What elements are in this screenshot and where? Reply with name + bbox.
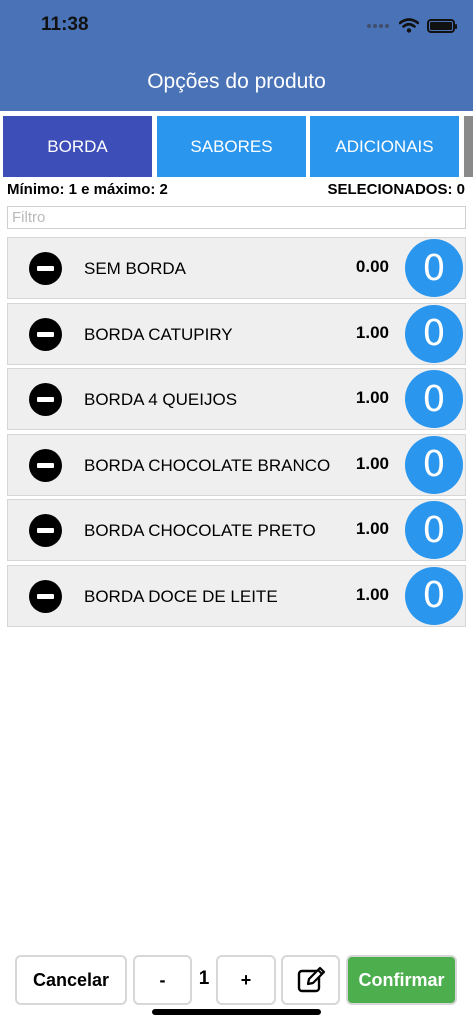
item-price: 1.00 bbox=[355, 322, 389, 342]
quantity-bubble[interactable]: 0 bbox=[405, 370, 463, 429]
item-name: SEM BORDA bbox=[84, 259, 187, 278]
item-price: 1.00 bbox=[355, 453, 389, 473]
minus-circle-icon[interactable] bbox=[29, 448, 62, 482]
selected-count: SELECIONADOS: 0 bbox=[327, 181, 465, 198]
increment-button[interactable]: + bbox=[216, 955, 276, 1005]
item-price: 1.00 bbox=[355, 519, 389, 539]
quantity-bubble[interactable]: 0 bbox=[405, 566, 463, 625]
list-item[interactable]: SEM BORDA 0.00 0 bbox=[7, 237, 466, 299]
minus-circle-icon[interactable] bbox=[29, 317, 62, 351]
quantity-bubble[interactable]: 0 bbox=[405, 435, 463, 494]
item-price: 1.00 bbox=[355, 388, 389, 408]
signal-dots-icon bbox=[367, 23, 389, 28]
item-price: 0.00 bbox=[355, 257, 389, 276]
list-item[interactable]: BORDA CHOCOLATE BRANCO 1.00 0 bbox=[7, 433, 466, 496]
list-item[interactable]: BORDA 4 QUEIJOS 1.00 0 bbox=[7, 368, 466, 431]
filter-input[interactable] bbox=[7, 206, 466, 229]
minus-circle-icon[interactable] bbox=[29, 252, 62, 285]
min-max-limits: Mínimo: 1 e máximo: 2 bbox=[7, 181, 168, 198]
list-item[interactable]: BORDA CHOCOLATE PRETO 1.00 0 bbox=[7, 499, 466, 562]
page-title: Opções do produto bbox=[147, 70, 326, 93]
cancel-button[interactable]: Cancelar bbox=[15, 955, 127, 1005]
item-name: BORDA CHOCOLATE BRANCO bbox=[84, 455, 331, 475]
list-item[interactable]: BORDA DOCE DE LEITE 1.00 0 bbox=[7, 564, 466, 627]
notes-button[interactable] bbox=[281, 955, 340, 1005]
minus-circle-icon[interactable] bbox=[29, 383, 62, 417]
status-time: 11:38 bbox=[41, 14, 89, 35]
quantity-bubble[interactable]: 0 bbox=[405, 304, 463, 363]
minus-circle-icon[interactable] bbox=[29, 514, 62, 548]
edit-note-icon bbox=[297, 966, 325, 993]
home-indicator[interactable] bbox=[152, 1009, 321, 1015]
confirm-button[interactable]: Confirmar bbox=[346, 955, 457, 1005]
item-name: BORDA 4 QUEIJOS bbox=[84, 390, 238, 410]
tab-sabores[interactable]: SABORES bbox=[157, 116, 306, 177]
quantity-bubble[interactable]: 0 bbox=[405, 239, 463, 297]
status-icons bbox=[367, 18, 457, 33]
options-list: SEM BORDA 0.00 0 BORDA CATUPIRY 1.00 0 B… bbox=[7, 237, 466, 631]
tab-overflow-next[interactable] bbox=[464, 116, 473, 177]
decrement-button[interactable]: - bbox=[133, 955, 192, 1005]
wifi-icon bbox=[399, 18, 419, 33]
quantity-value: 1 bbox=[198, 968, 210, 989]
app-header: 11:38 Opções do produto bbox=[0, 0, 473, 111]
list-item[interactable]: BORDA CATUPIRY 1.00 0 bbox=[7, 302, 466, 365]
tab-adicionais[interactable]: ADICIONAIS bbox=[310, 116, 459, 177]
minus-circle-icon[interactable] bbox=[29, 579, 62, 613]
item-name: BORDA DOCE DE LEITE bbox=[84, 586, 278, 606]
item-name: BORDA CHOCOLATE PRETO bbox=[84, 521, 316, 541]
tab-borda[interactable]: BORDA bbox=[3, 116, 152, 177]
battery-icon bbox=[427, 18, 457, 33]
quantity-bubble[interactable]: 0 bbox=[405, 501, 463, 560]
item-price: 1.00 bbox=[355, 584, 389, 604]
item-name: BORDA CATUPIRY bbox=[84, 324, 233, 344]
category-tabs: BORDA SABORES ADICIONAIS bbox=[0, 116, 473, 177]
bottom-action-bar: Cancelar - 1 + Confirmar bbox=[0, 955, 473, 1005]
